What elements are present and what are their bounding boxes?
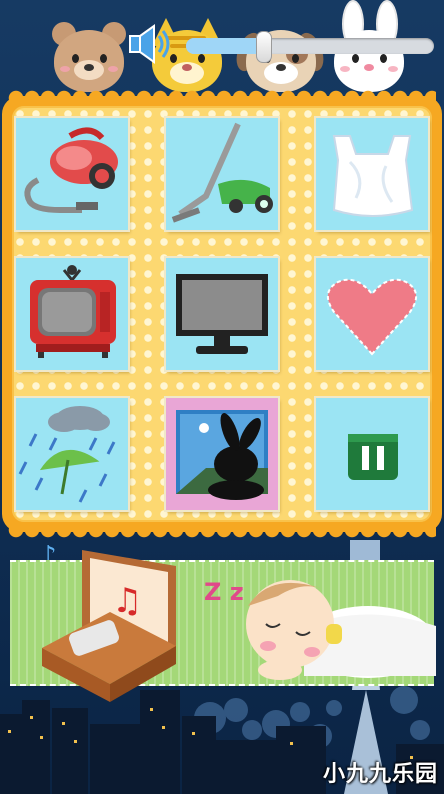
svg-text:♫: ♫ xyxy=(112,581,142,621)
tile-stick-vacuum[interactable] xyxy=(166,118,278,230)
tile-monitor[interactable] xyxy=(166,258,278,370)
snore-text: Z z xyxy=(204,578,244,606)
tile-rain[interactable] xyxy=(16,398,128,510)
sound-board xyxy=(2,90,442,538)
plastic-bag-icon xyxy=(332,135,414,217)
vacuum-cleaner-stick-icon xyxy=(171,122,273,223)
tile-retro-tv[interactable] xyxy=(16,258,128,370)
pause-icon xyxy=(348,434,398,480)
bear-icon xyxy=(48,8,130,100)
rabbit-icon xyxy=(328,0,410,100)
top-bar xyxy=(0,0,444,96)
watermark: 小九九乐园 xyxy=(322,762,438,787)
heart-icon xyxy=(327,278,417,356)
music-box-icon[interactable]: ♫ xyxy=(40,542,180,706)
volume-slider[interactable] xyxy=(186,31,434,63)
window-rabbit-icon xyxy=(176,410,268,500)
tile-plastic-bag[interactable] xyxy=(316,118,428,230)
monitor-static-icon xyxy=(176,274,268,354)
speaker-icon[interactable] xyxy=(128,22,176,66)
tile-window-rabbit[interactable] xyxy=(166,398,278,510)
rain-umbrella-icon xyxy=(18,406,116,503)
tile-vacuum-cleaner[interactable] xyxy=(16,118,128,230)
volume-slider-thumb[interactable] xyxy=(255,31,272,63)
tile-heart[interactable] xyxy=(316,258,428,370)
retro-tv-static-icon xyxy=(30,265,116,358)
vacuum-cleaner-canister-icon xyxy=(24,127,118,213)
tile-pause[interactable] xyxy=(316,398,428,510)
volume-slider-fill xyxy=(186,38,263,54)
dog-icon xyxy=(231,8,329,100)
